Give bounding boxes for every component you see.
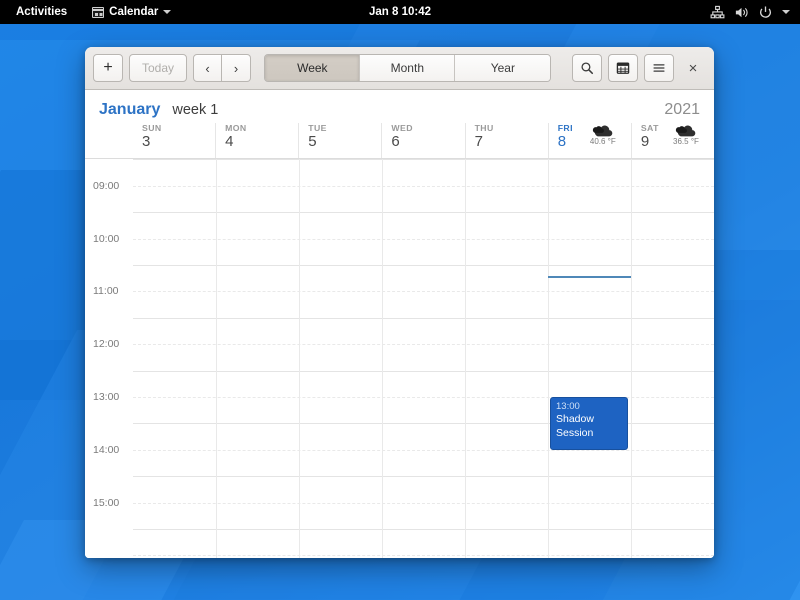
half-hour-gridline bbox=[133, 450, 714, 451]
day-of-week-label: THU bbox=[475, 124, 494, 133]
hour-gridline bbox=[133, 159, 714, 160]
day-of-week-label: MON bbox=[225, 124, 246, 133]
hour-gridline bbox=[133, 476, 714, 477]
view-switcher: Week Month Year bbox=[264, 54, 551, 82]
half-hour-gridline bbox=[133, 503, 714, 504]
day-header-sun[interactable]: SUN3 bbox=[133, 123, 215, 158]
app-menu-label: Calendar bbox=[109, 6, 158, 18]
day-of-week-label: TUE bbox=[308, 124, 327, 133]
hour-label: 13:00 bbox=[93, 391, 119, 403]
half-hour-gridline bbox=[133, 239, 714, 240]
hour-label: 15:00 bbox=[93, 497, 119, 509]
week-label: week 1 bbox=[172, 102, 218, 118]
network-icon bbox=[710, 5, 725, 20]
hour-gridline bbox=[133, 212, 714, 213]
hour-label: 09:00 bbox=[93, 180, 119, 192]
day-column-divider bbox=[631, 159, 632, 558]
power-icon bbox=[758, 5, 773, 20]
day-header-sat[interactable]: SAT9 36.5 °F bbox=[631, 123, 714, 158]
calendar-icon bbox=[92, 7, 104, 18]
day-header-mon[interactable]: MON4 bbox=[215, 123, 298, 158]
hour-label-column: 09:00 10:00 11:00 12:00 13:00 14:00 15:00 bbox=[85, 159, 133, 558]
tab-week[interactable]: Week bbox=[265, 55, 360, 81]
day-column-divider bbox=[465, 159, 466, 558]
day-number-label: 9 bbox=[641, 134, 659, 150]
chevron-down-icon[interactable] bbox=[782, 10, 790, 14]
year-label[interactable]: 2021 bbox=[664, 101, 700, 119]
half-hour-gridline bbox=[133, 344, 714, 345]
weather-temperature: 40.6 °F bbox=[590, 137, 616, 146]
day-column-divider bbox=[216, 159, 217, 558]
close-window-button[interactable]: × bbox=[680, 55, 706, 81]
calendar-event[interactable]: 13:00Shadow Session bbox=[550, 397, 628, 450]
day-number-label: 7 bbox=[475, 134, 494, 150]
half-hour-gridline bbox=[133, 291, 714, 292]
day-header-thu[interactable]: THU7 bbox=[465, 123, 548, 158]
day-number-label: 8 bbox=[558, 134, 573, 150]
app-menu-calendar[interactable]: Calendar bbox=[85, 6, 178, 18]
day-of-week-label: SUN bbox=[142, 124, 162, 133]
calendar-title-row: January week 1 2021 bbox=[85, 90, 714, 123]
tab-year[interactable]: Year bbox=[455, 55, 550, 81]
day-header-wed[interactable]: WED6 bbox=[381, 123, 464, 158]
day-header-tue[interactable]: TUE5 bbox=[298, 123, 381, 158]
hour-gridline bbox=[133, 265, 714, 266]
day-column-divider bbox=[548, 159, 549, 558]
day-number-label: 3 bbox=[142, 134, 162, 150]
navigation-button-group: ‹ › bbox=[193, 54, 251, 82]
clock-label: Jan 8 10:42 bbox=[369, 6, 431, 18]
tab-month[interactable]: Month bbox=[360, 55, 455, 81]
weather-info: 36.5 °F bbox=[662, 123, 710, 146]
half-hour-gridline bbox=[133, 555, 714, 556]
day-header-fri[interactable]: FRI8 40.6 °F bbox=[548, 123, 631, 158]
chevron-down-icon bbox=[163, 10, 171, 14]
hour-label: 14:00 bbox=[93, 444, 119, 456]
search-icon bbox=[580, 61, 594, 75]
day-column-divider bbox=[382, 159, 383, 558]
window-header-bar: + Today ‹ › Week Month Year bbox=[85, 47, 714, 90]
day-number-label: 5 bbox=[308, 134, 327, 150]
day-of-week-label: WED bbox=[391, 124, 412, 133]
previous-week-button[interactable]: ‹ bbox=[193, 54, 222, 82]
day-header-strip: SUN3MON4TUE5WED6THU7FRI840.6 °FSAT936.5 … bbox=[85, 123, 714, 159]
hour-label: 12:00 bbox=[93, 338, 119, 350]
menu-button[interactable] bbox=[644, 54, 674, 82]
hour-label: 10:00 bbox=[93, 233, 119, 245]
add-event-button[interactable]: + bbox=[93, 54, 123, 82]
weather-info: 40.6 °F bbox=[579, 123, 627, 146]
day-column-divider bbox=[299, 159, 300, 558]
weather-temperature: 36.5 °F bbox=[673, 137, 699, 146]
day-number-label: 4 bbox=[225, 134, 246, 150]
system-top-bar: Activities Calendar Jan 8 10:42 bbox=[0, 0, 800, 24]
today-button[interactable]: Today bbox=[129, 54, 187, 82]
hamburger-menu-icon bbox=[652, 61, 666, 75]
grid-area[interactable]: 13:00Shadow Session bbox=[133, 159, 714, 558]
calendar-window: + Today ‹ › Week Month Year bbox=[85, 47, 714, 558]
day-number-label: 6 bbox=[391, 134, 412, 150]
hour-gridline bbox=[133, 529, 714, 530]
volume-icon bbox=[734, 5, 749, 20]
calendar-grid-icon bbox=[616, 61, 630, 75]
week-grid[interactable]: 09:00 10:00 11:00 12:00 13:00 14:00 15:00 13:0… bbox=[85, 159, 714, 558]
cloud-icon bbox=[675, 123, 697, 138]
search-button[interactable] bbox=[572, 54, 602, 82]
cloud-icon bbox=[592, 123, 614, 138]
hour-gridline bbox=[133, 371, 714, 372]
system-status-area[interactable] bbox=[710, 5, 800, 20]
current-time-indicator bbox=[548, 276, 631, 278]
hour-label: 11:00 bbox=[93, 285, 119, 297]
event-title: Shadow Session bbox=[556, 413, 622, 440]
day-of-week-label: FRI bbox=[558, 124, 573, 133]
hour-gridline bbox=[133, 318, 714, 319]
calendar-view-button[interactable] bbox=[608, 54, 638, 82]
month-label[interactable]: January bbox=[99, 101, 160, 119]
event-time: 13:00 bbox=[556, 401, 622, 413]
half-hour-gridline bbox=[133, 186, 714, 187]
activities-button[interactable]: Activities bbox=[9, 6, 74, 18]
day-of-week-label: SAT bbox=[641, 124, 659, 133]
next-week-button[interactable]: › bbox=[222, 54, 251, 82]
